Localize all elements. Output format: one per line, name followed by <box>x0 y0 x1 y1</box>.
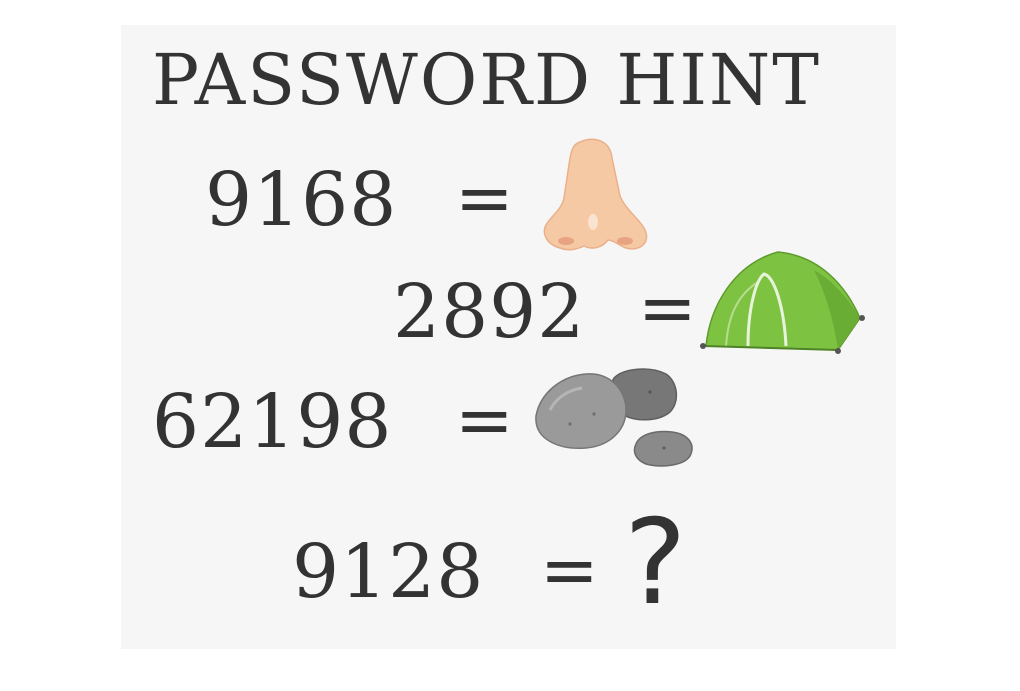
equals-sign-4: = <box>540 529 599 611</box>
page-title: PASSWORD HINT <box>152 39 821 121</box>
equation-number-1: 9168 <box>205 157 398 243</box>
equals-sign-1: = <box>455 157 514 239</box>
equation-number-2: 2892 <box>393 269 586 355</box>
equals-sign-2: = <box>638 267 697 349</box>
equation-number-4: 9128 <box>292 529 485 615</box>
nose-icon <box>543 138 648 251</box>
question-mark: ? <box>624 493 687 631</box>
equation-number-3: 62198 <box>152 379 393 465</box>
equals-sign-3: = <box>455 379 514 461</box>
rocks-icon <box>535 368 693 467</box>
tent-icon <box>700 251 865 354</box>
